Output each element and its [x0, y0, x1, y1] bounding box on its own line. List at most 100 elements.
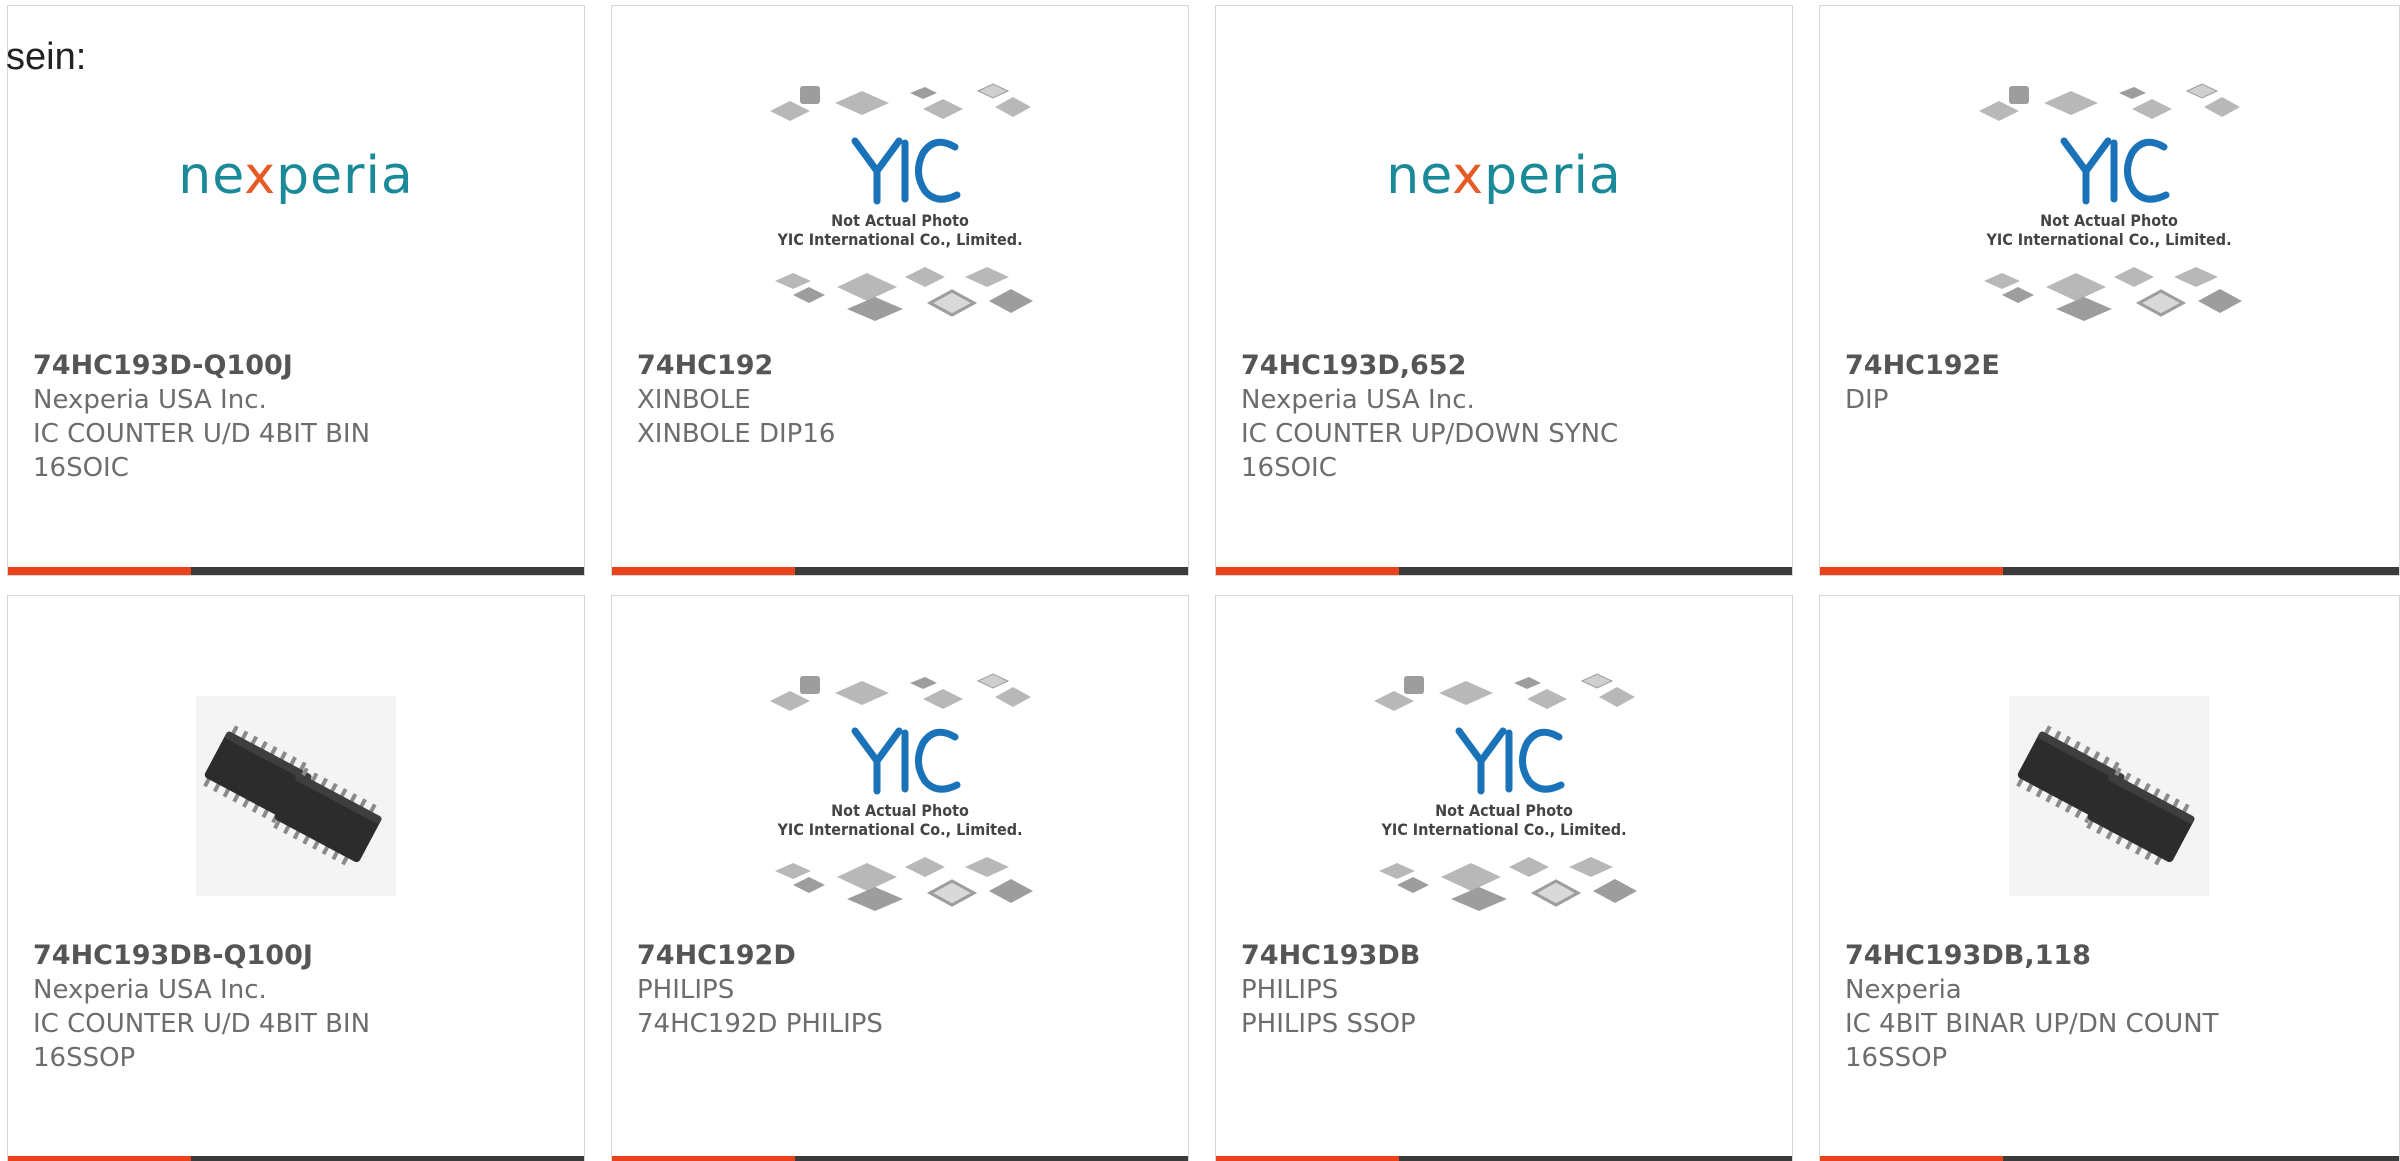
product-card[interactable]: Not Actual Photo YIC International Co., L…	[611, 5, 1189, 576]
description: IC COUNTER UP/DOWN SYNC	[1241, 419, 1619, 449]
placeholder-caption: YIC International Co., Limited.	[776, 230, 1022, 249]
yic-logo-y	[851, 137, 903, 205]
product-image[interactable]: Not Actual Photo YIC International Co., L…	[1820, 66, 2398, 346]
product-card[interactable]: 74HC193DB,118 Nexperia IC 4BIT BINAR UP/…	[1819, 595, 2400, 1161]
card-bottom-bar	[612, 567, 1188, 575]
description: PHILIPS SSOP	[1241, 1009, 1416, 1039]
manufacturer: Nexperia USA Inc.	[33, 975, 267, 1005]
chip-shape	[1530, 879, 1582, 907]
description: IC COUNTER U/D 4BIT BIN	[33, 1009, 371, 1039]
description-2: 16SSOP	[33, 1043, 136, 1073]
chip-shape	[1509, 857, 1549, 877]
product-card[interactable]: Not Actual Photo YIC International Co., L…	[1215, 595, 1793, 1161]
chip-shape	[926, 289, 978, 317]
product-image[interactable]	[8, 656, 584, 936]
product-image[interactable]: nexperia	[1216, 66, 1792, 346]
product-card[interactable]: 74HC193DB-Q100J Nexperia USA Inc. IC COU…	[7, 595, 585, 1161]
chip-shape	[1984, 273, 2020, 289]
card-bottom-bar	[1820, 1156, 2399, 1161]
card-accent-bar	[1820, 1156, 2003, 1161]
card-bottom-bar	[8, 567, 584, 575]
chip-shape	[976, 673, 1010, 689]
chip-shape	[775, 863, 811, 879]
product-card[interactable]: nexperia 74HC193D-Q100J Nexperia USA Inc…	[7, 5, 585, 576]
product-image[interactable]	[1820, 656, 2398, 936]
chip-shape	[1569, 857, 1613, 877]
description: XINBOLE DIP16	[637, 419, 836, 449]
nexperia-logo: nexperia	[1386, 146, 1622, 206]
product-card[interactable]: Not Actual Photo YIC International Co., L…	[611, 595, 1189, 1161]
card-accent-bar	[612, 1156, 795, 1161]
part-number[interactable]: 74HC193DB	[1241, 939, 1772, 973]
manufacturer: PHILIPS	[1241, 975, 1339, 1005]
chip-shape	[2056, 297, 2112, 321]
yic-logo-y	[1455, 727, 1507, 795]
card-accent-bar	[8, 1156, 191, 1161]
placeholder-caption: Not Actual Photo	[831, 801, 969, 820]
chip-shape	[910, 87, 937, 99]
chip-shape	[2009, 86, 2029, 104]
chip-shape	[923, 689, 963, 709]
chip-shape	[835, 91, 889, 115]
part-number[interactable]: 74HC192	[637, 349, 1168, 383]
part-number[interactable]: 74HC193D,652	[1241, 349, 1772, 383]
chip-shape	[2044, 91, 2098, 115]
yic-placeholder-image: Not Actual PhotoYIC International Co., L…	[1979, 83, 2242, 321]
description-2: 16SOIC	[33, 453, 129, 483]
chip-shape	[847, 297, 903, 321]
product-image[interactable]: Not Actual Photo YIC International Co., L…	[612, 66, 1188, 346]
page-intro-text: sein:	[6, 36, 87, 78]
part-number[interactable]: 74HC193DB,118	[1845, 939, 2379, 973]
chip-shape	[910, 677, 937, 689]
yic-logo-c	[915, 138, 961, 203]
part-number[interactable]: 74HC193D-Q100J	[33, 349, 564, 383]
description: IC 4BIT BINAR UP/DN COUNT	[1845, 1009, 2219, 1039]
chip-shape	[2114, 267, 2154, 287]
placeholder-caption: YIC International Co., Limited.	[1380, 820, 1626, 839]
chip-shape	[2198, 289, 2242, 313]
card-accent-bar	[1820, 567, 2003, 575]
card-accent-bar	[1216, 567, 1399, 575]
product-image[interactable]: Not Actual Photo YIC International Co., L…	[1216, 656, 1792, 936]
chip-shape	[989, 289, 1033, 313]
manufacturer: Nexperia USA Inc.	[1241, 385, 1475, 415]
placeholder-caption: Not Actual Photo	[1435, 801, 1573, 820]
chip-shape	[2174, 267, 2218, 287]
product-image[interactable]: Not Actual Photo YIC International Co., L…	[612, 656, 1188, 936]
chip-shape	[926, 879, 978, 907]
manufacturer: XINBOLE	[637, 385, 751, 415]
chip-shape	[905, 267, 945, 287]
chip-shape	[847, 887, 903, 911]
chip-shape	[2204, 97, 2240, 117]
chip-shape	[965, 857, 1009, 877]
part-number[interactable]: 74HC192E	[1845, 349, 2379, 383]
chip-shape	[1439, 681, 1493, 705]
chip-shape	[800, 86, 820, 104]
chip-shape	[1527, 689, 1567, 709]
chip-shape	[793, 287, 825, 303]
ssop-chip-photo	[196, 696, 396, 896]
card-bottom-bar	[1216, 567, 1792, 575]
chip-shape	[995, 97, 1031, 117]
manufacturer: Nexperia USA Inc.	[33, 385, 267, 415]
manufacturer: PHILIPS	[637, 975, 735, 1005]
product-card[interactable]: Not Actual Photo YIC International Co., L…	[1819, 5, 2400, 576]
chip-shape	[995, 687, 1031, 707]
yic-logo-c	[2124, 138, 2170, 203]
product-image[interactable]: nexperia	[8, 66, 584, 346]
chip-shape	[800, 676, 820, 694]
chip-shape	[1451, 887, 1507, 911]
chip-shape	[1441, 863, 1501, 891]
chip-shape	[1379, 863, 1415, 879]
chip-shape	[1404, 676, 1424, 694]
card-bottom-bar	[612, 1156, 1188, 1161]
yic-placeholder-image: Not Actual PhotoYIC International Co., L…	[1374, 673, 1637, 911]
chip-shape	[1580, 673, 1614, 689]
part-number[interactable]: 74HC192D	[637, 939, 1168, 973]
part-number[interactable]: 74HC193DB-Q100J	[33, 939, 564, 973]
yic-placeholder-image: Not Actual PhotoYIC International Co., L…	[770, 83, 1033, 321]
product-card[interactable]: nexperia 74HC193D,652 Nexperia USA Inc. …	[1215, 5, 1793, 576]
card-bottom-bar	[8, 1156, 584, 1161]
chip-shape	[2185, 83, 2219, 99]
placeholder-caption: Not Actual Photo	[831, 211, 969, 230]
